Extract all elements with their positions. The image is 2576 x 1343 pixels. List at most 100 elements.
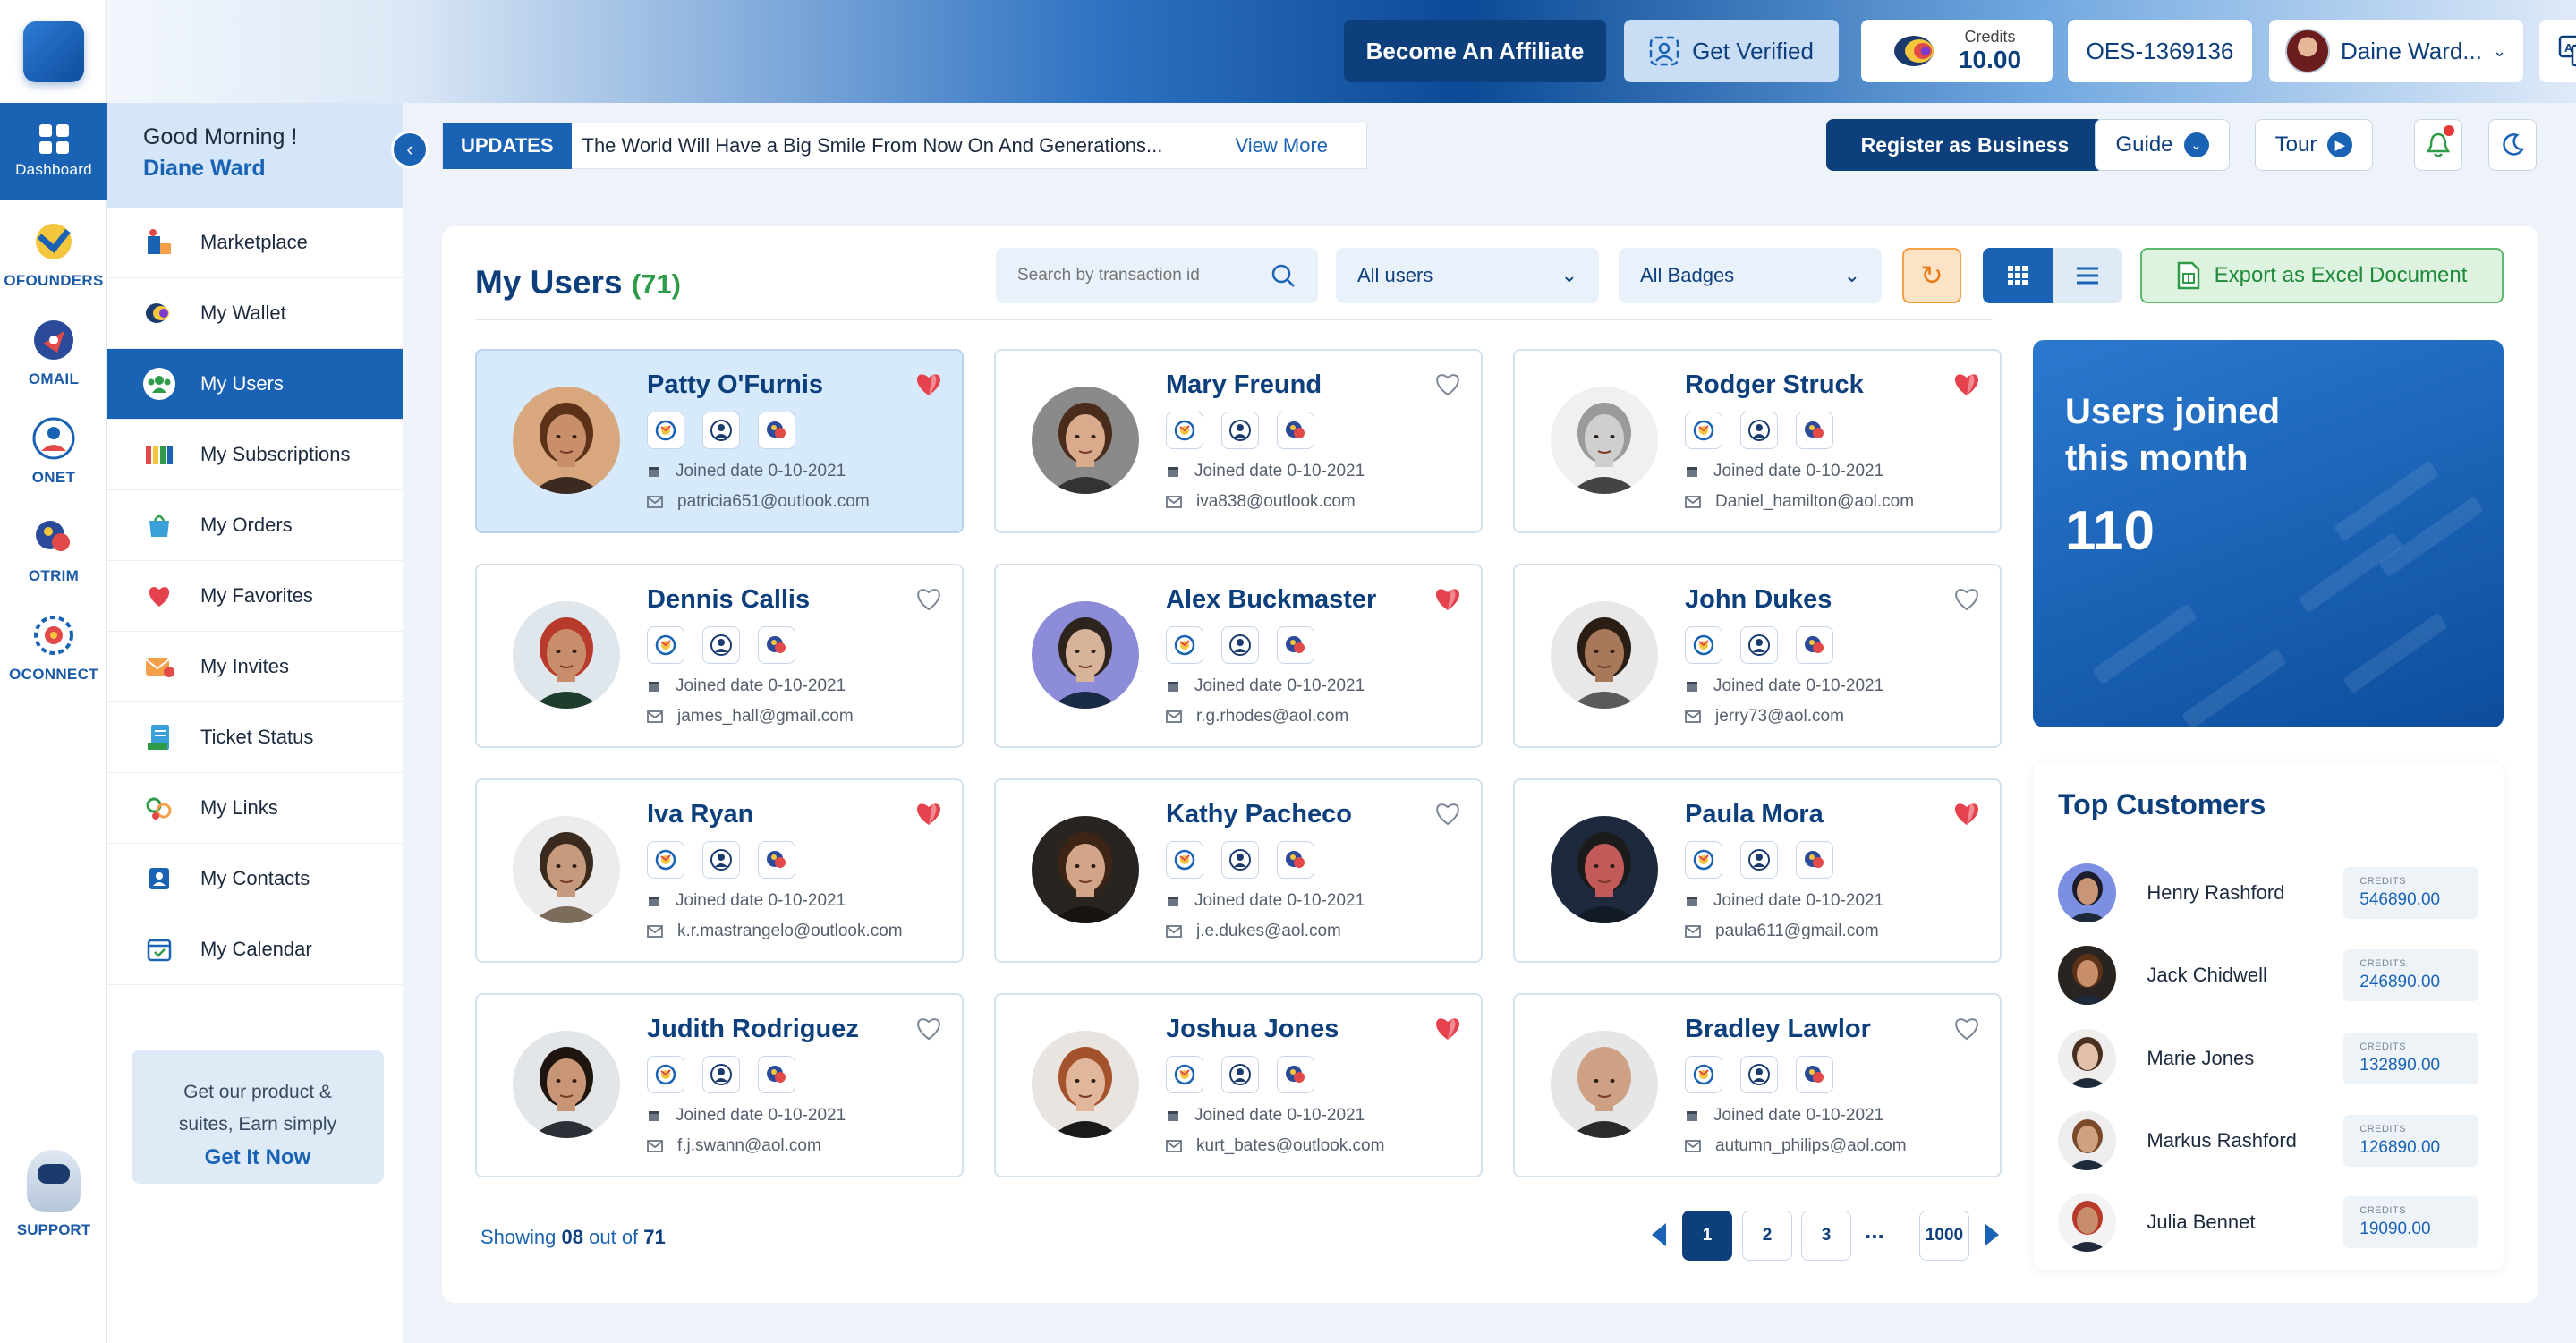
favorite-filled-heart-icon[interactable] <box>1433 585 1463 612</box>
credits-display[interactable]: Credits 10.00 <box>1861 20 2053 82</box>
user-card[interactable]: Paula Mora Joined date 0-10-2021 paula61… <box>1513 778 2002 963</box>
onet-badge-icon[interactable] <box>1740 1056 1778 1093</box>
user-name[interactable]: Rodger Struck <box>1685 370 1864 400</box>
account-id[interactable]: OES-1369136 <box>2068 20 2252 82</box>
search-box[interactable] <box>996 248 1318 303</box>
export-excel-button[interactable]: Export as Excel Document <box>2140 248 2504 303</box>
badges-filter-select[interactable]: All Badges ⌄ <box>1619 248 1882 303</box>
onet-badge-icon[interactable] <box>702 412 740 449</box>
user-name[interactable]: Dennis Callis <box>647 585 810 615</box>
otrim-badge-icon[interactable] <box>1796 1056 1833 1093</box>
rail-item-onet[interactable]: ONET <box>0 403 107 499</box>
top-customer-row[interactable]: Marie Jones CREDITS 132890.00 <box>2058 1027 2478 1090</box>
otrim-badge-icon[interactable] <box>758 1056 795 1093</box>
user-name[interactable]: Alex Buckmaster <box>1166 585 1376 615</box>
top-customer-row[interactable]: Henry Rashford CREDITS 546890.00 <box>2058 862 2478 924</box>
ofounders-badge-icon[interactable] <box>1166 1056 1203 1093</box>
user-name[interactable]: Kathy Pacheco <box>1166 800 1352 829</box>
onet-badge-icon[interactable] <box>1740 626 1778 664</box>
rail-item-ofounders[interactable]: OFOUNDERS <box>0 206 107 302</box>
user-card[interactable]: Iva Ryan Joined date 0-10-2021 k.r.mastr… <box>475 778 964 963</box>
favorite-outline-heart-icon[interactable] <box>1951 585 1982 612</box>
register-business-button[interactable]: Register as Business <box>1826 119 2104 171</box>
user-name[interactable]: Iva Ryan <box>647 800 753 829</box>
sidebar-item-calendar[interactable]: My Calendar <box>107 914 403 985</box>
sidebar-item-users[interactable]: My Users <box>107 349 403 420</box>
rail-item-dashboard[interactable]: Dashboard <box>0 103 107 200</box>
user-card[interactable]: Patty O'Furnis Joined date 0-10-2021 pat… <box>475 349 964 533</box>
page-button-3[interactable]: 3 <box>1801 1211 1851 1261</box>
favorite-outline-heart-icon[interactable] <box>1951 1015 1982 1041</box>
user-card[interactable]: Kathy Pacheco Joined date 0-10-2021 j.e.… <box>994 778 1483 963</box>
become-affiliate-button[interactable]: Become An Affiliate <box>1344 20 1606 82</box>
favorite-filled-heart-icon[interactable] <box>1951 370 1982 397</box>
notifications-button[interactable] <box>2414 119 2462 171</box>
onet-badge-icon[interactable] <box>1740 841 1778 879</box>
support-button[interactable]: SUPPORT <box>16 1150 91 1239</box>
favorite-outline-heart-icon[interactable] <box>914 1015 944 1041</box>
collapse-sidebar-button[interactable]: ‹ <box>391 131 429 168</box>
ofounders-badge-icon[interactable] <box>1685 412 1722 449</box>
onet-badge-icon[interactable] <box>702 841 740 879</box>
otrim-badge-icon[interactable] <box>1277 412 1314 449</box>
user-name[interactable]: Bradley Lawlor <box>1685 1015 1871 1044</box>
ofounders-badge-icon[interactable] <box>1685 1056 1722 1093</box>
ofounders-badge-icon[interactable] <box>647 626 684 664</box>
ofounders-badge-icon[interactable] <box>647 1056 684 1093</box>
sidebar-item-ticket-status[interactable]: Ticket Status <box>107 702 403 773</box>
sidebar-item-marketplace[interactable]: Marketplace <box>107 208 403 278</box>
ofounders-badge-icon[interactable] <box>1685 626 1722 664</box>
language-selector[interactable]: A文 ⌄ <box>2539 20 2576 82</box>
onet-badge-icon[interactable] <box>702 626 740 664</box>
user-name[interactable]: Paula Mora <box>1685 800 1824 829</box>
onet-badge-icon[interactable] <box>1221 1056 1259 1093</box>
user-card[interactable]: Judith Rodriguez Joined date 0-10-2021 f… <box>475 993 964 1177</box>
sidebar-item-links[interactable]: My Links <box>107 773 403 844</box>
list-view-button[interactable] <box>2053 248 2122 303</box>
theme-toggle-button[interactable] <box>2488 119 2537 171</box>
otrim-badge-icon[interactable] <box>1277 1056 1314 1093</box>
sidebar-item-wallet[interactable]: My Wallet <box>107 278 403 349</box>
user-name[interactable]: Joshua Jones <box>1166 1015 1339 1044</box>
user-card[interactable]: Bradley Lawlor Joined date 0-10-2021 aut… <box>1513 993 2002 1177</box>
users-filter-select[interactable]: All users ⌄ <box>1336 248 1599 303</box>
app-logo[interactable] <box>23 21 84 82</box>
onet-badge-icon[interactable] <box>1740 412 1778 449</box>
rail-item-oconnect[interactable]: OCONNECT <box>0 599 107 696</box>
guide-button[interactable]: Guide ⌄ <box>2095 119 2230 171</box>
onet-badge-icon[interactable] <box>702 1056 740 1093</box>
user-card[interactable]: Alex Buckmaster Joined date 0-10-2021 r.… <box>994 564 1483 748</box>
otrim-badge-icon[interactable] <box>1796 412 1833 449</box>
favorite-filled-heart-icon[interactable] <box>914 800 944 827</box>
user-card[interactable]: Dennis Callis Joined date 0-10-2021 jame… <box>475 564 964 748</box>
onet-badge-icon[interactable] <box>1221 412 1259 449</box>
top-customer-row[interactable]: Jack Chidwell CREDITS 246890.00 <box>2058 944 2478 1007</box>
top-customer-row[interactable]: Julia Bennet CREDITS 19090.00 <box>2058 1191 2478 1254</box>
prev-page-arrow[interactable] <box>1652 1223 1666 1246</box>
rail-item-otrim[interactable]: OTRIM <box>0 501 107 598</box>
user-card[interactable]: Rodger Struck Joined date 0-10-2021 Dani… <box>1513 349 2002 533</box>
grid-view-button[interactable] <box>1983 248 2053 303</box>
search-input[interactable] <box>1017 266 1259 285</box>
page-button-2[interactable]: 2 <box>1742 1211 1792 1261</box>
favorite-outline-heart-icon[interactable] <box>1433 800 1463 827</box>
page-button-1[interactable]: 1 <box>1682 1211 1732 1261</box>
ofounders-badge-icon[interactable] <box>1166 841 1203 879</box>
sidebar-item-orders[interactable]: My Orders <box>107 490 403 561</box>
otrim-badge-icon[interactable] <box>758 412 795 449</box>
ofounders-badge-icon[interactable] <box>1685 841 1722 879</box>
favorite-outline-heart-icon[interactable] <box>914 585 944 612</box>
onet-badge-icon[interactable] <box>1221 626 1259 664</box>
search-icon[interactable] <box>1270 262 1297 289</box>
user-name[interactable]: Judith Rodriguez <box>647 1015 859 1044</box>
otrim-badge-icon[interactable] <box>758 841 795 879</box>
get-it-now-link[interactable]: Get It Now <box>132 1140 384 1177</box>
page-button-last[interactable]: 1000 <box>1919 1211 1969 1261</box>
otrim-badge-icon[interactable] <box>1796 841 1833 879</box>
user-name[interactable]: Mary Freund <box>1166 370 1322 400</box>
ofounders-badge-icon[interactable] <box>1166 626 1203 664</box>
ofounders-badge-icon[interactable] <box>1166 412 1203 449</box>
sidebar-item-contacts[interactable]: My Contacts <box>107 844 403 914</box>
user-card[interactable]: John Dukes Joined date 0-10-2021 jerry73… <box>1513 564 2002 748</box>
rail-item-omail[interactable]: OMAIL <box>0 304 107 401</box>
